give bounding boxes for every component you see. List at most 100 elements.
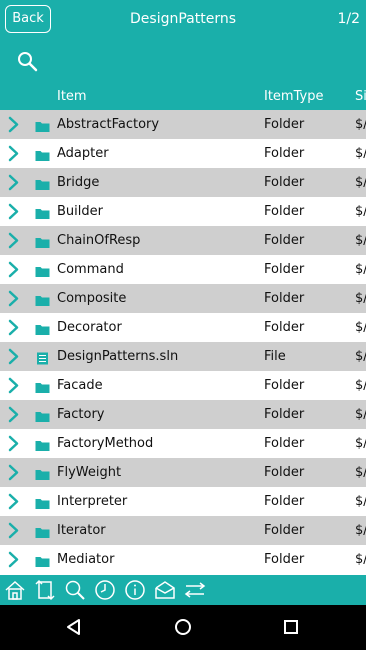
item-name: AbstractFactory: [57, 117, 160, 132]
item-name: FlyWeight: [57, 465, 122, 480]
app-header: Back DesignPatterns 1/2 Item ItemType Si: [0, 0, 366, 110]
item-size: $/: [355, 465, 366, 480]
chevron-right-icon[interactable]: [7, 145, 21, 162]
list-item[interactable]: Mediator Folder $/: [0, 545, 366, 574]
list-item[interactable]: Facade Folder $/: [0, 371, 366, 400]
folder-icon: [35, 553, 50, 567]
home-circle-icon[interactable]: [173, 617, 193, 637]
item-name: Command: [57, 262, 124, 277]
list-item[interactable]: Interpreter Folder $/: [0, 487, 366, 516]
clock-icon[interactable]: [93, 578, 117, 602]
item-name: Factory: [57, 407, 105, 422]
item-name: Interpreter: [57, 494, 128, 509]
search-icon[interactable]: [63, 578, 87, 602]
system-navbar: [0, 605, 366, 650]
folder-icon: [35, 437, 50, 451]
item-size: $/: [355, 204, 366, 219]
chevron-right-icon[interactable]: [7, 522, 21, 539]
list-item[interactable]: FlyWeight Folder $/: [0, 458, 366, 487]
file-icon: [35, 350, 50, 365]
folder-icon: [35, 118, 50, 132]
back-triangle-icon[interactable]: [64, 617, 84, 637]
chevron-right-icon[interactable]: [7, 464, 21, 481]
item-name: Facade: [57, 378, 103, 393]
folder-icon: [35, 292, 50, 306]
list-item[interactable]: Command Folder $/: [0, 255, 366, 284]
item-name: ChainOfResp: [57, 233, 141, 248]
chevron-right-icon[interactable]: [7, 319, 21, 336]
item-type: Folder: [264, 146, 305, 161]
list-item[interactable]: Composite Folder $/: [0, 284, 366, 313]
chevron-right-icon[interactable]: [7, 348, 21, 365]
recents-square-icon[interactable]: [281, 617, 301, 637]
chevron-right-icon[interactable]: [7, 174, 21, 191]
item-type: Folder: [264, 523, 305, 538]
item-size: $/: [355, 233, 366, 248]
column-header-size[interactable]: Si: [355, 89, 366, 104]
list-item[interactable]: DesignPatterns.sln File $/: [0, 342, 366, 371]
folder-icon: [35, 321, 50, 335]
list-item[interactable]: Bridge Folder $/: [0, 168, 366, 197]
item-name: Mediator: [57, 552, 115, 567]
search-icon[interactable]: [16, 50, 38, 72]
column-header-item[interactable]: Item: [57, 89, 87, 104]
swap-icon[interactable]: [33, 578, 57, 602]
item-size: $/: [355, 552, 366, 567]
mail-open-icon[interactable]: [153, 578, 177, 602]
info-icon[interactable]: [123, 578, 147, 602]
folder-icon: [35, 466, 50, 480]
item-type: Folder: [264, 378, 305, 393]
item-size: $/: [355, 523, 366, 538]
item-size: $/: [355, 407, 366, 422]
list-item[interactable]: ChainOfResp Folder $/: [0, 226, 366, 255]
folder-icon: [35, 408, 50, 422]
item-name: Adapter: [57, 146, 109, 161]
chevron-right-icon[interactable]: [7, 493, 21, 510]
item-type: Folder: [264, 407, 305, 422]
home-icon[interactable]: [3, 578, 27, 602]
folder-icon: [35, 147, 50, 161]
item-size: $/: [355, 378, 366, 393]
chevron-right-icon[interactable]: [7, 203, 21, 220]
bottom-toolbar: [0, 575, 366, 605]
chevron-right-icon[interactable]: [7, 232, 21, 249]
item-type: Folder: [264, 262, 305, 277]
list-item[interactable]: Factory Folder $/: [0, 400, 366, 429]
item-name: DesignPatterns.sln: [57, 349, 179, 364]
item-name: Bridge: [57, 175, 100, 190]
item-type: Folder: [264, 552, 305, 567]
item-type: File: [264, 349, 286, 364]
item-size: $/: [355, 436, 366, 451]
chevron-right-icon[interactable]: [7, 435, 21, 452]
item-size: $/: [355, 117, 366, 132]
folder-icon: [35, 379, 50, 393]
item-size: $/: [355, 349, 366, 364]
item-type: Folder: [264, 291, 305, 306]
chevron-right-icon[interactable]: [7, 406, 21, 423]
folder-icon: [35, 263, 50, 277]
chevron-right-icon[interactable]: [7, 261, 21, 278]
list-item[interactable]: FactoryMethod Folder $/: [0, 429, 366, 458]
page-title: DesignPatterns: [130, 11, 236, 27]
item-name: FactoryMethod: [57, 436, 154, 451]
item-type: Folder: [264, 233, 305, 248]
list-item[interactable]: Adapter Folder $/: [0, 139, 366, 168]
list-item[interactable]: Iterator Folder $/: [0, 516, 366, 545]
item-size: $/: [355, 146, 366, 161]
chevron-right-icon[interactable]: [7, 377, 21, 394]
sort-arrows-icon[interactable]: [183, 578, 207, 602]
item-size: $/: [355, 320, 366, 335]
page-indicator: 1/2: [337, 11, 360, 27]
chevron-right-icon[interactable]: [7, 116, 21, 133]
list-item[interactable]: Decorator Folder $/: [0, 313, 366, 342]
chevron-right-icon[interactable]: [7, 290, 21, 307]
list-item[interactable]: Builder Folder $/: [0, 197, 366, 226]
chevron-right-icon[interactable]: [7, 551, 21, 568]
item-size: $/: [355, 291, 366, 306]
item-type: Folder: [264, 465, 305, 480]
item-type: Folder: [264, 204, 305, 219]
column-header-itemtype[interactable]: ItemType: [264, 89, 323, 104]
list-item[interactable]: AbstractFactory Folder $/: [0, 110, 366, 139]
item-size: $/: [355, 262, 366, 277]
item-name: Composite: [57, 291, 127, 306]
